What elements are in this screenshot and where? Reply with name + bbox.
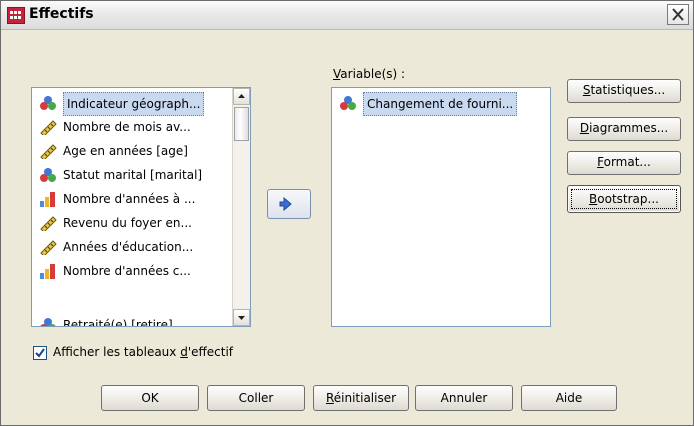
scroll-thumb[interactable] <box>234 107 249 141</box>
ok-button[interactable]: OK <box>101 385 199 411</box>
vertical-scrollbar[interactable] <box>232 88 250 326</box>
close-button[interactable] <box>667 4 689 25</box>
scale-ruler-icon <box>40 216 57 231</box>
arrow-up-icon <box>238 94 245 98</box>
help-button[interactable]: Aide <box>521 385 617 411</box>
move-to-target-button[interactable] <box>267 189 311 219</box>
target-list-label: Variable(s) : <box>333 67 406 81</box>
paste-button[interactable]: Coller <box>207 385 305 411</box>
reset-button[interactable]: Réinitialiser <box>313 385 409 411</box>
scale-ruler-icon <box>40 240 57 255</box>
title-bar[interactable]: Effectifs <box>1 1 693 30</box>
ordinal-bars-icon <box>40 264 55 279</box>
show-frequency-tables-checkbox[interactable] <box>33 346 47 360</box>
window-title: Effectifs <box>29 6 94 22</box>
close-icon <box>672 8 684 21</box>
source-variable-list[interactable]: Indicateur géograph... Nombre de mois av… <box>31 87 251 327</box>
arrow-down-icon <box>238 316 245 320</box>
charts-button[interactable]: Diagrammes... <box>567 117 681 141</box>
focus-rectangle <box>571 189 677 209</box>
nominal-icon <box>40 318 56 326</box>
scale-ruler-icon <box>40 144 57 159</box>
target-variable-list[interactable]: Changement de fourni... <box>331 87 551 327</box>
nominal-icon <box>40 96 56 110</box>
cancel-button[interactable]: Annuler <box>415 385 513 411</box>
frequencies-dialog: Effectifs Indicateur géograph... Nombre … <box>0 0 694 426</box>
scroll-down-button[interactable] <box>233 309 250 326</box>
bootstrap-button[interactable]: Bootstrap... <box>567 185 681 213</box>
scale-ruler-icon <box>40 120 57 135</box>
checkmark-icon <box>35 348 45 358</box>
format-button[interactable]: Format... <box>567 151 681 175</box>
table-app-icon <box>7 7 25 24</box>
ordinal-bars-icon <box>40 192 55 207</box>
show-frequency-tables-label[interactable]: Afficher les tableaux d'effectif <box>53 345 233 359</box>
nominal-icon <box>340 96 356 110</box>
scroll-up-button[interactable] <box>233 88 250 105</box>
nominal-icon <box>40 168 56 182</box>
arrow-right-icon <box>279 196 292 212</box>
statistics-button[interactable]: Statistiques... <box>567 79 681 103</box>
